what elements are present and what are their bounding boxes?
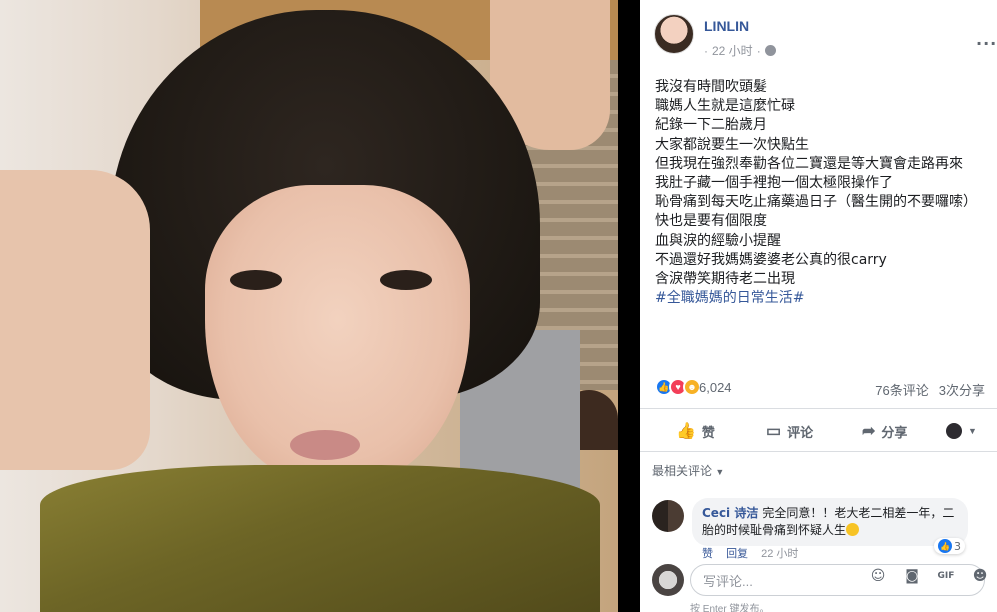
comment-item: Ceci 诗洁 完全同意！！老大老二相差一年，二胎的时候耻骨痛到怀疑人生 👍 3 … [652, 498, 982, 559]
hashtag-link[interactable]: #全職媽媽的日常生活# [655, 289, 985, 308]
chevron-down-icon: ▼ [968, 426, 977, 436]
chevron-down-icon: ▼ [715, 467, 725, 477]
more-options-icon[interactable]: ··· [976, 34, 997, 53]
photo-eye-left [230, 270, 282, 290]
like-reaction-icon: 👍 [938, 539, 952, 553]
reaction-count[interactable]: 6,024 [699, 380, 732, 395]
commenter-avatar[interactable] [652, 500, 684, 532]
post-meta: · 22 小时 · [704, 42, 776, 59]
post-side-panel: LINLIN · 22 小时 · ··· 我沒有時間吹頭髮 職媽人生就是這麼忙碌… [640, 0, 997, 612]
author-name[interactable]: LINLIN [704, 18, 749, 34]
globe-icon[interactable] [764, 45, 776, 56]
post-header: LINLIN · 22 小时 · ··· [654, 14, 996, 64]
comment-sort-dropdown[interactable]: 最相关评论 ▼ [652, 462, 724, 479]
post-text-line: 恥骨痛到每天吃止痛藥過日子（醫生開的不要囉嗦） [655, 194, 977, 211]
share-count[interactable]: 3次分享 [939, 380, 985, 399]
post-text-line: 含淚帶笑期待老二出現 [655, 271, 795, 288]
thumbs-up-icon: 👍 [676, 423, 696, 440]
comment-reply-link[interactable]: 回复 [726, 548, 748, 559]
composer-tools: ☺ ◙ GIF ☻ [867, 566, 991, 586]
post-text: 我沒有時間吹頭髮 職媽人生就是這麼忙碌 紀錄一下二胎歲月 大家都說要生一次快點生… [655, 78, 985, 308]
post-timestamp[interactable]: 22 小时 [712, 42, 753, 59]
photo-hair-cape [40, 465, 600, 612]
post-text-line: 不過還好我媽媽婆婆老公真的很carry [655, 251, 887, 268]
emoji-icon[interactable]: ☺ [867, 566, 889, 586]
camera-icon[interactable]: ◙ [901, 566, 923, 586]
meta-separator-2: · [756, 43, 761, 58]
comment-bubble: Ceci 诗洁 完全同意！！老大老二相差一年，二胎的时候耻骨痛到怀疑人生 [692, 498, 968, 546]
post-text-line: 我肚子藏一個手裡抱一個太極限操作了 [655, 175, 893, 192]
comment-count[interactable]: 76条评论 [875, 380, 928, 399]
smile-emoji-icon [846, 523, 860, 536]
reactions-bar: 👍 ♥ ☻ 6,024 76条评论 3次分享 [655, 378, 985, 398]
post-text-line: 大家都說要生一次快點生 [655, 136, 809, 153]
share-button[interactable]: ➦ 分享 [862, 421, 907, 441]
post-text-line: 紀錄一下二胎歲月 [655, 117, 767, 134]
like-button[interactable]: 👍 赞 [676, 421, 715, 441]
photo-viewer [0, 0, 640, 612]
sort-label: 最相关评论 [652, 464, 713, 478]
post-as-selector[interactable]: ▼ [946, 423, 977, 439]
reaction-icons[interactable]: 👍 ♥ ☻ [655, 378, 701, 396]
viewer-avatar [652, 564, 684, 596]
author-avatar[interactable] [654, 14, 694, 54]
post-text-line: 快也是要有個限度 [655, 213, 767, 230]
profile-avatar-icon [946, 423, 962, 439]
composer-hint: 按 Enter 键发布。 [690, 604, 770, 612]
post-text-line: 血與淚的經驗小提醒 [655, 232, 781, 249]
photo-eye-right [380, 270, 432, 290]
photo-lips [290, 430, 360, 460]
commenter-name[interactable]: Ceci 诗洁 [702, 506, 758, 520]
comment-like-count: 3 [954, 539, 961, 553]
comment-timestamp[interactable]: 22 小时 [761, 548, 798, 559]
comment-composer: 写评论... ☺ ◙ GIF ☻ 按 Enter 键发布。 [640, 560, 997, 612]
share-arrow-icon: ➦ [862, 423, 876, 440]
comment-input-placeholder: 写评论... [703, 574, 753, 589]
comment-reaction-badge[interactable]: 👍 3 [934, 538, 965, 554]
comment-like-link[interactable]: 赞 [702, 548, 713, 559]
post-text-line: 但我現在強烈奉勸各位二寶還是等大寶會走路再來 [655, 155, 963, 172]
gif-icon[interactable]: GIF [935, 566, 957, 586]
photo-hand-holding-hair [0, 170, 150, 470]
like-label: 赞 [701, 424, 715, 440]
comment-button[interactable]: ▭ 评论 [766, 421, 813, 441]
post-photo[interactable] [0, 0, 618, 612]
post-actions: 👍 赞 ▭ 评论 ➦ 分享 ▼ [640, 408, 997, 452]
speech-bubble-icon: ▭ [766, 423, 782, 440]
meta-separator: · [704, 43, 708, 58]
post-text-line: 我沒有時間吹頭髮 [655, 79, 767, 95]
share-label: 分享 [881, 424, 908, 440]
sticker-icon[interactable]: ☻ [969, 566, 991, 586]
engagement-counts: 76条评论 3次分享 [875, 380, 985, 399]
comment-label: 评论 [787, 424, 814, 440]
post-text-line: 職媽人生就是這麼忙碌 [655, 98, 795, 115]
comment-actions: 赞 回复 22 小时 [702, 545, 808, 559]
